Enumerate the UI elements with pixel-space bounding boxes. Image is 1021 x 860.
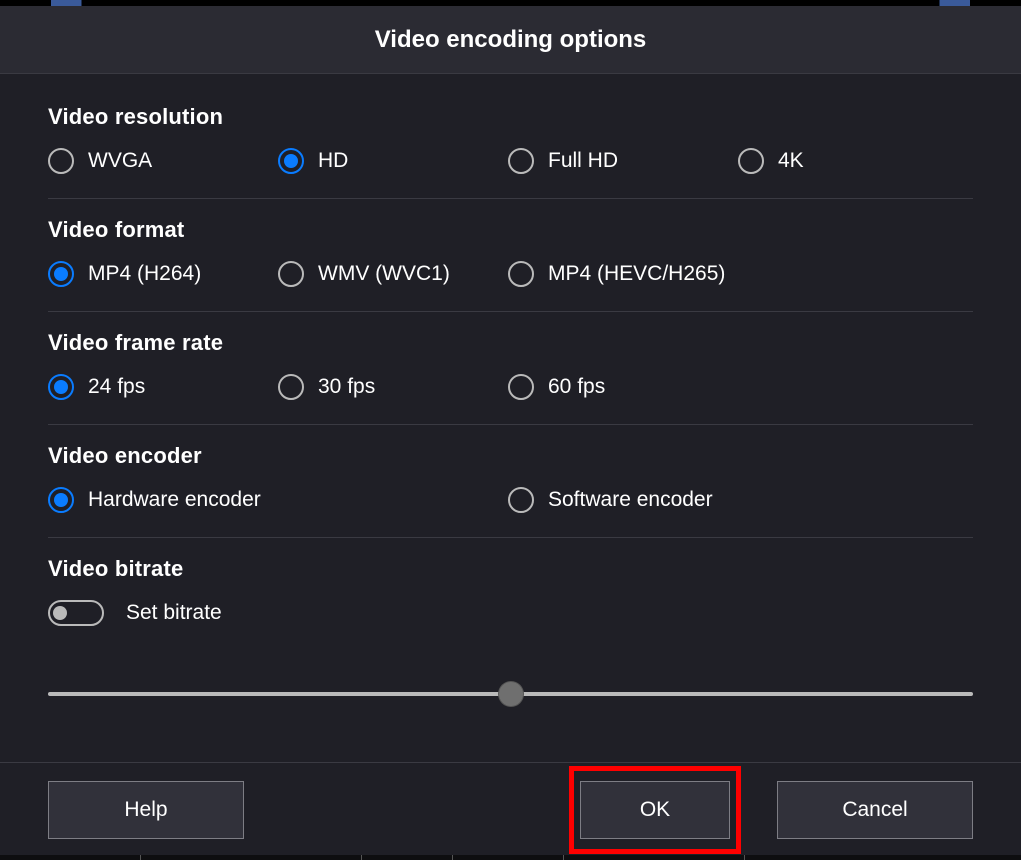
- radio-resolution-4k[interactable]: 4K: [738, 148, 968, 174]
- radio-label: Software encoder: [548, 488, 713, 512]
- cancel-button[interactable]: Cancel: [777, 781, 973, 839]
- radio-circle-icon: [278, 261, 304, 287]
- radio-circle-selected-icon: [48, 487, 74, 513]
- dialog-title: Video encoding options: [375, 26, 647, 54]
- radio-label: MP4 (HEVC/H265): [548, 262, 725, 286]
- framerate-radio-group: 24 fps 30 fps 60 fps: [48, 374, 973, 425]
- ok-button-highlight: OK: [569, 766, 741, 854]
- radio-format-wmv[interactable]: WMV (WVC1): [278, 261, 508, 287]
- format-radio-group: MP4 (H264) WMV (WVC1) MP4 (HEVC/H265): [48, 261, 973, 312]
- radio-circle-icon: [508, 261, 534, 287]
- radio-circle-icon: [738, 148, 764, 174]
- encoder-section-title: Video encoder: [48, 443, 973, 469]
- resolution-radio-group: WVGA HD Full HD 4K: [48, 148, 973, 199]
- bitrate-toggle-label: Set bitrate: [126, 601, 222, 625]
- radio-framerate-60[interactable]: 60 fps: [508, 374, 738, 400]
- radio-label: 60 fps: [548, 375, 605, 399]
- radio-circle-icon: [48, 148, 74, 174]
- radio-circle-selected-icon: [48, 261, 74, 287]
- radio-resolution-fullhd[interactable]: Full HD: [508, 148, 738, 174]
- framerate-section-title: Video frame rate: [48, 330, 973, 356]
- radio-label: Hardware encoder: [88, 488, 261, 512]
- help-button[interactable]: Help: [48, 781, 244, 839]
- radio-circle-icon: [508, 487, 534, 513]
- radio-resolution-hd[interactable]: HD: [278, 148, 508, 174]
- slider-thumb-icon[interactable]: [499, 682, 523, 706]
- radio-framerate-30[interactable]: 30 fps: [278, 374, 508, 400]
- bitrate-section-title: Video bitrate: [48, 556, 973, 582]
- dialog-title-bar: Video encoding options: [0, 6, 1021, 74]
- radio-encoder-software[interactable]: Software encoder: [508, 487, 968, 513]
- dialog-content: Video resolution WVGA HD Full HD 4K Vide…: [0, 74, 1021, 708]
- radio-format-mp4h264[interactable]: MP4 (H264): [48, 261, 278, 287]
- toggle-knob-icon: [53, 606, 67, 620]
- resolution-section-title: Video resolution: [48, 104, 973, 130]
- radio-circle-selected-icon: [48, 374, 74, 400]
- bitrate-toggle-row: Set bitrate: [48, 600, 973, 642]
- dialog-footer: Help OK Cancel: [0, 762, 1021, 850]
- radio-label: MP4 (H264): [88, 262, 201, 286]
- encoder-radio-group: Hardware encoder Software encoder: [48, 487, 973, 538]
- format-section-title: Video format: [48, 217, 973, 243]
- radio-circle-icon: [508, 374, 534, 400]
- bitrate-slider[interactable]: [48, 680, 973, 708]
- bitrate-toggle[interactable]: [48, 600, 104, 626]
- radio-framerate-24[interactable]: 24 fps: [48, 374, 278, 400]
- radio-resolution-wvga[interactable]: WVGA: [48, 148, 278, 174]
- radio-label: 4K: [778, 149, 804, 173]
- radio-label: 24 fps: [88, 375, 145, 399]
- radio-circle-icon: [278, 374, 304, 400]
- radio-format-mp4hevc[interactable]: MP4 (HEVC/H265): [508, 261, 738, 287]
- ok-button[interactable]: OK: [580, 781, 730, 839]
- radio-label: WVGA: [88, 149, 152, 173]
- radio-label: 30 fps: [318, 375, 375, 399]
- radio-encoder-hardware[interactable]: Hardware encoder: [48, 487, 508, 513]
- window-bottom-border: [0, 855, 1021, 860]
- radio-circle-selected-icon: [278, 148, 304, 174]
- radio-label: HD: [318, 149, 348, 173]
- radio-label: WMV (WVC1): [318, 262, 450, 286]
- radio-label: Full HD: [548, 149, 618, 173]
- radio-circle-icon: [508, 148, 534, 174]
